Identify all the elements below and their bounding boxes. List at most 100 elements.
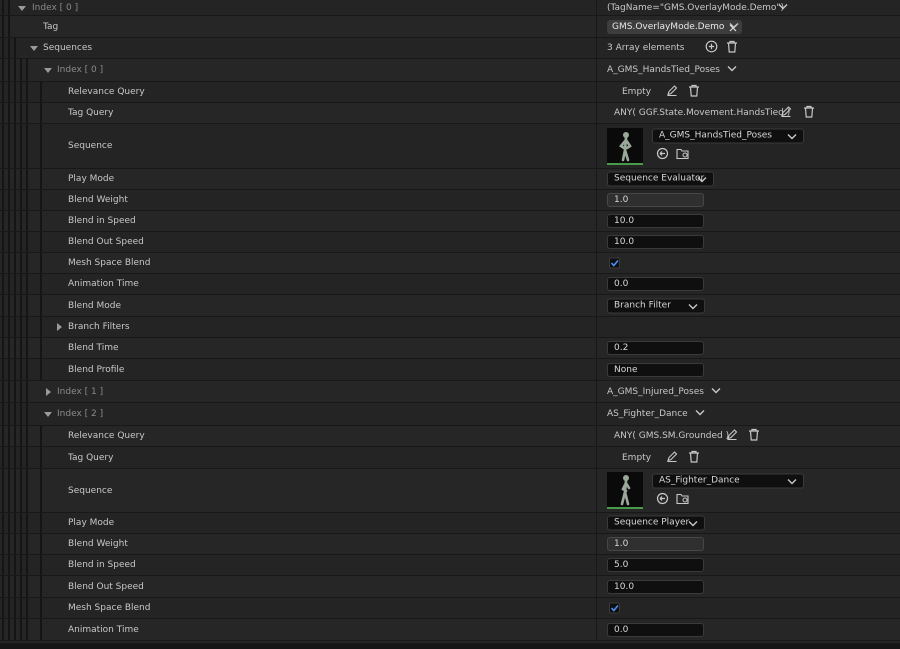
expand-arrow-icon[interactable] bbox=[54, 322, 64, 332]
play-mode-dropdown[interactable]: Sequence Player bbox=[607, 515, 705, 531]
branch-filters-row[interactable]: Branch Filters bbox=[0, 317, 900, 338]
relevance-query-row: Relevance Query Empty bbox=[0, 82, 900, 103]
gameplay-tag-chip[interactable]: GMS.OverlayMode.Demo bbox=[607, 19, 743, 34]
blend-weight-row: Blend Weight 1.0 bbox=[0, 190, 900, 211]
edit-pencil-icon[interactable] bbox=[666, 450, 678, 465]
row-label: Animation Time bbox=[68, 279, 139, 289]
character-pose-icon bbox=[620, 475, 631, 506]
add-element-icon[interactable] bbox=[705, 40, 718, 56]
sequence-asset-dropdown[interactable]: AS_Fighter_Dance bbox=[652, 473, 804, 491]
dropdown-value: AS_Fighter_Dance bbox=[659, 475, 740, 486]
row-label: Relevance Query bbox=[68, 87, 145, 97]
query-value: ANY( GMS.SM.Grounded ) bbox=[614, 431, 730, 441]
sequence-asset-row: Sequence AS_Fighter_Dance bbox=[0, 469, 900, 513]
relevance-query-row: Relevance Query ANY( GMS.SM.Grounded ) bbox=[0, 426, 900, 447]
mesh-space-blend-checkbox[interactable] bbox=[609, 602, 620, 614]
blend-out-speed-input[interactable]: 10.0 bbox=[607, 235, 704, 249]
chevron-down-icon bbox=[787, 478, 797, 491]
query-value: ANY( GGF.State.Movement.HandsTied ) bbox=[614, 108, 791, 118]
blend-weight-input[interactable]: 1.0 bbox=[607, 537, 704, 551]
trash-icon[interactable] bbox=[688, 84, 700, 100]
asset-thumbnail[interactable] bbox=[607, 128, 643, 165]
sequence-summary: A_GMS_Injured_Poses bbox=[607, 386, 704, 397]
animation-time-input[interactable]: 0.0 bbox=[607, 622, 704, 637]
blend-time-row: Blend Time 0.2 bbox=[0, 338, 900, 359]
query-value: Empty bbox=[622, 87, 652, 97]
sequence-index-0-row[interactable]: Index [ 0 ] A_GMS_HandsTied_Poses bbox=[0, 59, 900, 82]
checkmark-icon bbox=[610, 259, 619, 267]
sequence-asset-dropdown[interactable]: A_GMS_HandsTied_Poses bbox=[652, 128, 804, 146]
edit-pencil-icon[interactable] bbox=[726, 429, 738, 444]
blend-out-speed-row: Blend Out Speed 10.0 bbox=[0, 232, 900, 253]
row-label: Sequences bbox=[43, 43, 93, 53]
blend-in-speed-input[interactable]: 5.0 bbox=[607, 558, 704, 572]
row-label: Blend Out Speed bbox=[68, 237, 144, 247]
trash-icon[interactable] bbox=[688, 450, 700, 466]
row-label: Tag Query bbox=[68, 108, 114, 118]
trash-icon[interactable] bbox=[748, 428, 760, 444]
overlay-index-row[interactable]: Index [ 0 ] (TagName="GMS.OverlayMode.De… bbox=[0, 0, 900, 16]
collapse-arrow-icon[interactable] bbox=[43, 409, 53, 419]
mesh-space-blend-checkbox[interactable] bbox=[609, 257, 620, 269]
sequence-index-1-row[interactable]: Index [ 1 ] A_GMS_Injured_Poses bbox=[0, 381, 900, 403]
play-mode-dropdown[interactable]: Sequence Evaluator bbox=[607, 171, 714, 187]
animation-time-row: Animation Time 0.0 bbox=[0, 619, 900, 641]
animation-time-input[interactable]: 0.0 bbox=[607, 277, 704, 291]
blend-profile-row: Blend Profile None bbox=[0, 359, 900, 381]
row-label: Sequence bbox=[68, 485, 113, 496]
chevron-down-icon[interactable] bbox=[727, 65, 737, 76]
blend-out-speed-input[interactable]: 10.0 bbox=[607, 579, 704, 594]
chevron-down-icon[interactable] bbox=[778, 2, 788, 13]
collapse-arrow-icon[interactable] bbox=[43, 65, 53, 75]
query-value: Empty bbox=[622, 452, 652, 463]
row-label: Animation Time bbox=[68, 624, 139, 635]
chevron-down-icon[interactable] bbox=[729, 21, 739, 32]
browse-folder-icon[interactable] bbox=[676, 493, 690, 508]
edit-pencil-icon[interactable] bbox=[666, 85, 678, 100]
collapse-arrow-icon[interactable] bbox=[29, 43, 39, 53]
sequence-summary: AS_Fighter_Dance bbox=[607, 409, 688, 419]
collapse-arrow-icon[interactable] bbox=[17, 3, 27, 13]
chevron-down-icon bbox=[688, 302, 698, 315]
blend-in-speed-row: Blend in Speed 5.0 bbox=[0, 555, 900, 576]
trash-icon[interactable] bbox=[726, 40, 738, 56]
row-label: Branch Filters bbox=[68, 322, 130, 332]
array-count: 3 Array elements bbox=[607, 43, 685, 53]
sequence-asset-row: Sequence A_GMS_HandsTied_Poses bbox=[0, 124, 900, 169]
browse-folder-icon[interactable] bbox=[676, 148, 690, 163]
row-label: Blend Profile bbox=[68, 364, 125, 375]
edit-pencil-icon[interactable] bbox=[780, 106, 792, 121]
row-label: Sequence bbox=[68, 141, 113, 151]
trash-icon[interactable] bbox=[803, 105, 815, 121]
row-label: Index [ 1 ] bbox=[57, 386, 104, 397]
row-label: Index [ 2 ] bbox=[57, 409, 104, 419]
row-label: Blend Mode bbox=[68, 300, 122, 311]
blend-mode-dropdown[interactable]: Branch Filter bbox=[607, 298, 705, 313]
dropdown-value: A_GMS_HandsTied_Poses bbox=[659, 130, 772, 141]
chevron-down-icon[interactable] bbox=[711, 386, 721, 397]
reset-arrow-icon[interactable] bbox=[656, 147, 669, 163]
row-label: Mesh Space Blend bbox=[68, 258, 151, 268]
chevron-down-icon[interactable] bbox=[695, 409, 705, 420]
play-mode-row: Play Mode Sequence Evaluator bbox=[0, 169, 900, 190]
tag-chip-text: GMS.OverlayMode.Demo bbox=[612, 21, 725, 32]
sequence-index-2-row[interactable]: Index [ 2 ] AS_Fighter_Dance bbox=[0, 403, 900, 426]
asset-thumbnail[interactable] bbox=[607, 472, 643, 509]
tag-query-row: Tag Query Empty bbox=[0, 447, 900, 469]
blend-in-speed-row: Blend in Speed 10.0 bbox=[0, 211, 900, 232]
expand-arrow-icon[interactable] bbox=[43, 387, 53, 397]
dropdown-value: Branch Filter bbox=[614, 300, 671, 310]
row-label: Play Mode bbox=[68, 174, 115, 184]
reset-arrow-icon[interactable] bbox=[656, 492, 669, 508]
row-label: Tag Query bbox=[68, 452, 114, 463]
blend-time-input[interactable]: 0.2 bbox=[607, 341, 704, 355]
panel-bottom-edge bbox=[0, 644, 900, 649]
sequence-summary: A_GMS_HandsTied_Poses bbox=[607, 65, 720, 75]
chevron-down-icon bbox=[787, 133, 797, 146]
blend-weight-input[interactable]: 1.0 bbox=[607, 193, 704, 207]
blend-weight-row: Blend Weight 1.0 bbox=[0, 534, 900, 555]
blend-out-speed-row: Blend Out Speed 10.0 bbox=[0, 576, 900, 598]
blend-in-speed-input[interactable]: 10.0 bbox=[607, 214, 704, 228]
blend-profile-picker[interactable]: None bbox=[607, 362, 704, 377]
sequences-row[interactable]: Sequences 3 Array elements bbox=[0, 38, 900, 59]
